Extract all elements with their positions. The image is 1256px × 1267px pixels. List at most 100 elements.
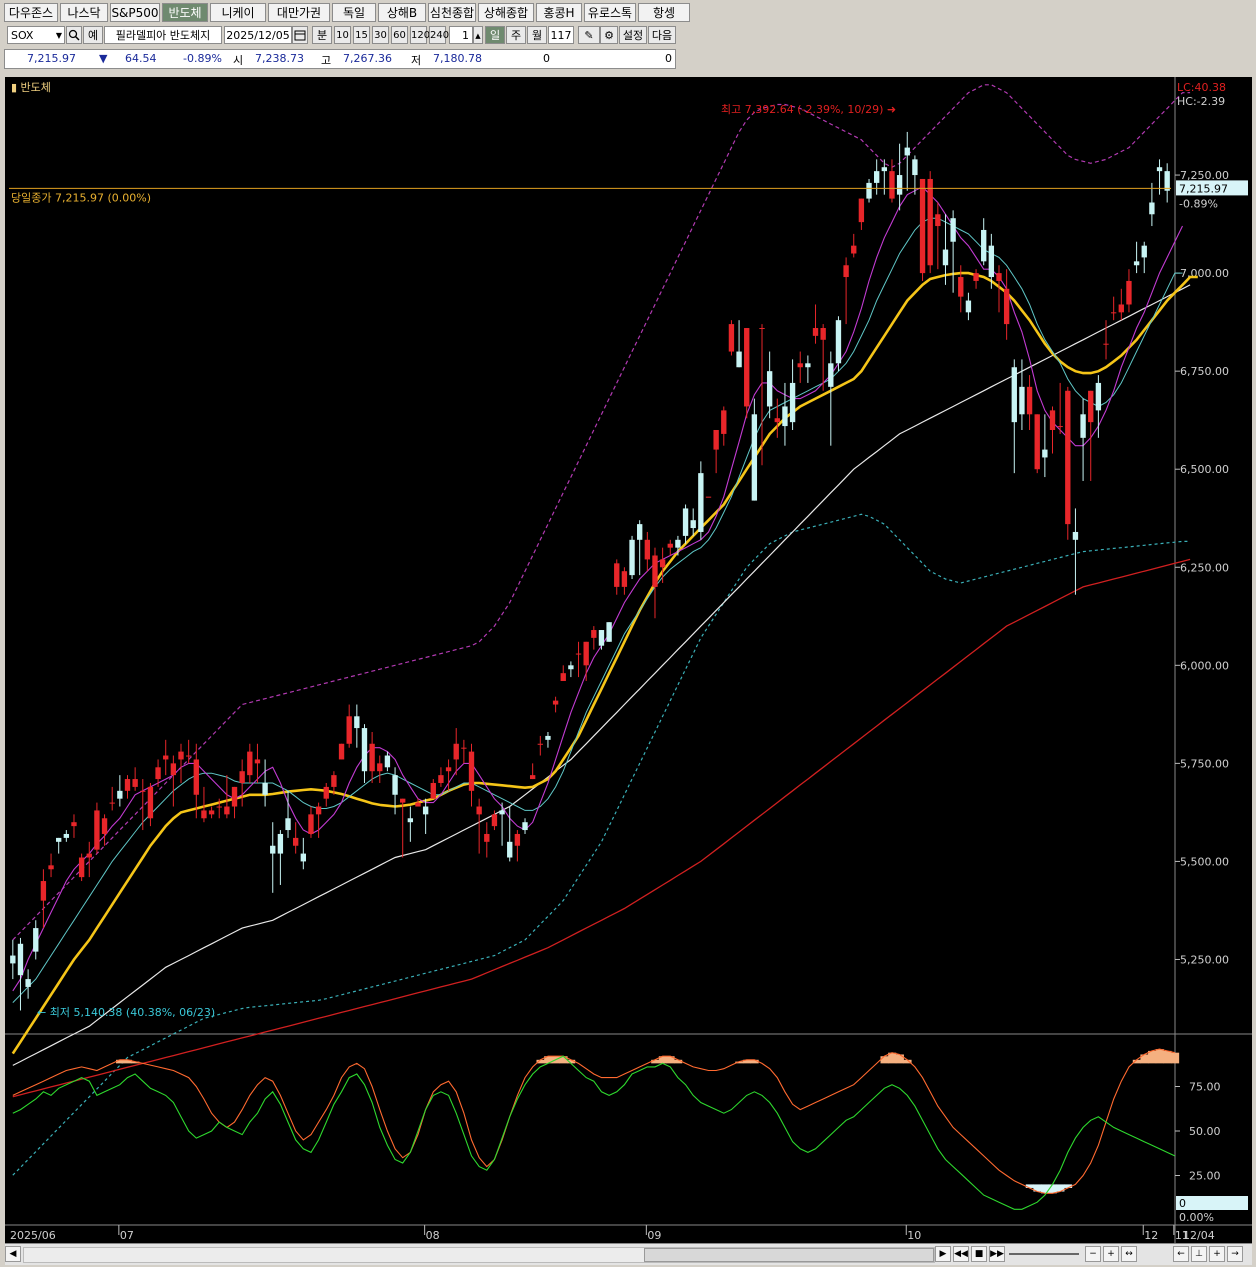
candle-body <box>919 178 926 274</box>
candle-body <box>828 363 834 387</box>
arrow-right-icon[interactable]: → <box>1227 1246 1243 1262</box>
candle-body <box>797 363 803 368</box>
date-field[interactable]: 2025/12/05 <box>224 26 292 44</box>
tab-12[interactable]: 항셍 <box>638 3 690 22</box>
tab-8[interactable]: 심천종합 <box>428 3 476 22</box>
candle-body <box>751 414 758 501</box>
rewind-icon[interactable]: ◀◀ <box>953 1246 969 1262</box>
candle-body <box>308 814 314 834</box>
tab-7[interactable]: 상해B <box>378 3 426 22</box>
symbol-input[interactable]: SOX ▼ <box>7 26 65 44</box>
candle-body <box>652 555 658 587</box>
next-button[interactable]: 다음 <box>648 26 676 44</box>
interval-button-10[interactable]: 10 <box>334 26 351 44</box>
candle-body <box>927 178 933 266</box>
add-icon[interactable]: + <box>1209 1246 1225 1262</box>
tab-4[interactable]: 니케이 <box>210 3 266 22</box>
stop-icon[interactable]: ■ <box>971 1246 987 1262</box>
candle-body <box>1141 245 1147 258</box>
y-tick-label: 6,250.00 <box>1180 561 1229 574</box>
search-icon[interactable] <box>66 26 82 44</box>
period-day-button[interactable]: 일 <box>485 26 505 44</box>
tab-11[interactable]: 유로스톡 <box>584 3 636 22</box>
candle-body <box>461 747 467 749</box>
candle-body <box>1133 261 1140 266</box>
interval-button-15[interactable]: 15 <box>353 26 370 44</box>
interval-button-240[interactable]: 240 <box>429 26 449 44</box>
candle-body <box>606 622 612 642</box>
scroll-track[interactable] <box>23 1247 935 1263</box>
candle-body <box>514 833 521 846</box>
period-week-button[interactable]: 주 <box>506 26 526 44</box>
candle-body <box>132 779 138 787</box>
gear-icon[interactable]: ⚙ <box>600 26 618 44</box>
candle-body <box>965 300 972 313</box>
y-tick-label: 6,750.00 <box>1180 365 1229 378</box>
interval-button-30[interactable]: 30 <box>372 26 389 44</box>
zoom-reset-icon[interactable]: ↔ <box>1121 1246 1137 1262</box>
scroll-thumb[interactable] <box>644 1248 934 1262</box>
last-close-label: 당일종가 7,215.97 (0.00%) <box>11 190 151 204</box>
minute-unit-button[interactable]: 분 <box>312 26 332 44</box>
open-value: 7,238.73 <box>255 52 304 65</box>
multiplier-input[interactable]: 1 <box>449 26 473 44</box>
pencil-icon[interactable]: ✎ <box>578 26 600 44</box>
collapse-icon[interactable]: ⊥ <box>1191 1246 1207 1262</box>
tab-0[interactable]: 다우존스 <box>4 3 58 22</box>
tab-9[interactable]: 상해종합 <box>478 3 534 22</box>
change-value: 64.54 <box>125 52 157 65</box>
candle-body <box>644 539 651 560</box>
chart-scrollbar[interactable]: ◀ ▶ ◀◀ ■ ▶▶ − + ↔ ← ⊥ + → <box>5 1243 1252 1265</box>
zoom-out-icon[interactable]: − <box>1085 1246 1101 1262</box>
candle-body <box>1072 531 1079 540</box>
candle-body <box>208 810 215 815</box>
zoom-in-icon[interactable]: + <box>1103 1246 1119 1262</box>
stoch-tick-label: 25.00 <box>1189 1170 1221 1183</box>
interval-button-60[interactable]: 60 <box>391 26 408 44</box>
stoch-value-box <box>1176 1196 1248 1210</box>
candle-body <box>1057 426 1063 428</box>
candle-body <box>988 245 995 278</box>
tab-6[interactable]: 독일 <box>332 3 376 22</box>
chart-area[interactable]: 5,250.00 5,500.00 5,750.00 6,000.00 6,250.00… <box>5 77 1252 1243</box>
tab-3[interactable]: 반도체 <box>162 3 208 22</box>
y-tick-label: 6,000.00 <box>1180 659 1229 672</box>
price-info-bar: 7,215.97 ▼ 64.54 -0.89% 시 7,238.73 고 7,2… <box>4 49 676 69</box>
change-direction-icon: ▼ <box>99 52 108 65</box>
candle-body <box>583 641 589 666</box>
spinner-icon[interactable]: ▲ <box>473 26 483 44</box>
candle-body <box>300 853 306 862</box>
tab-2[interactable]: S&P500 <box>110 3 160 22</box>
overbought-fill <box>1171 1052 1180 1064</box>
candle-body <box>682 508 689 536</box>
candle-body <box>858 198 865 223</box>
candle-body <box>866 182 872 199</box>
settings-button[interactable]: 설정 <box>619 26 647 44</box>
tab-10[interactable]: 홍콩H <box>536 3 582 22</box>
arrow-left-icon[interactable]: ← <box>1173 1246 1189 1262</box>
candle-body <box>346 716 352 744</box>
candle-body <box>453 743 459 760</box>
candle-body <box>277 833 284 854</box>
scroll-left-icon[interactable]: ◀ <box>5 1246 21 1262</box>
tab-1[interactable]: 나스닥 <box>60 3 108 22</box>
candle-body <box>759 328 765 330</box>
candle-body <box>25 979 31 987</box>
candle-body <box>40 881 47 901</box>
price-tag-percent: -0.89% <box>1179 197 1218 210</box>
candle-body <box>805 363 811 368</box>
interval-button-120[interactable]: 120 <box>410 26 430 44</box>
tab-5[interactable]: 대만가권 <box>268 3 330 22</box>
zoom-slider[interactable] <box>1009 1253 1079 1255</box>
scroll-right-icon[interactable]: ▶ <box>935 1246 951 1262</box>
chevron-down-icon[interactable]: ▼ <box>56 27 62 45</box>
bar-count-input[interactable]: 117 <box>548 26 574 44</box>
candle-body <box>354 716 360 729</box>
market-toggle-button[interactable]: 예 <box>83 26 103 44</box>
candle-body <box>621 571 628 587</box>
period-month-button[interactable]: 월 <box>527 26 547 44</box>
candlestick-chart[interactable]: 5,250.00 5,500.00 5,750.00 6,000.00 6,250.00… <box>5 77 1252 1243</box>
fast-forward-icon[interactable]: ▶▶ <box>989 1246 1005 1262</box>
calendar-icon[interactable] <box>292 26 308 44</box>
low-label: 저 <box>411 54 422 67</box>
